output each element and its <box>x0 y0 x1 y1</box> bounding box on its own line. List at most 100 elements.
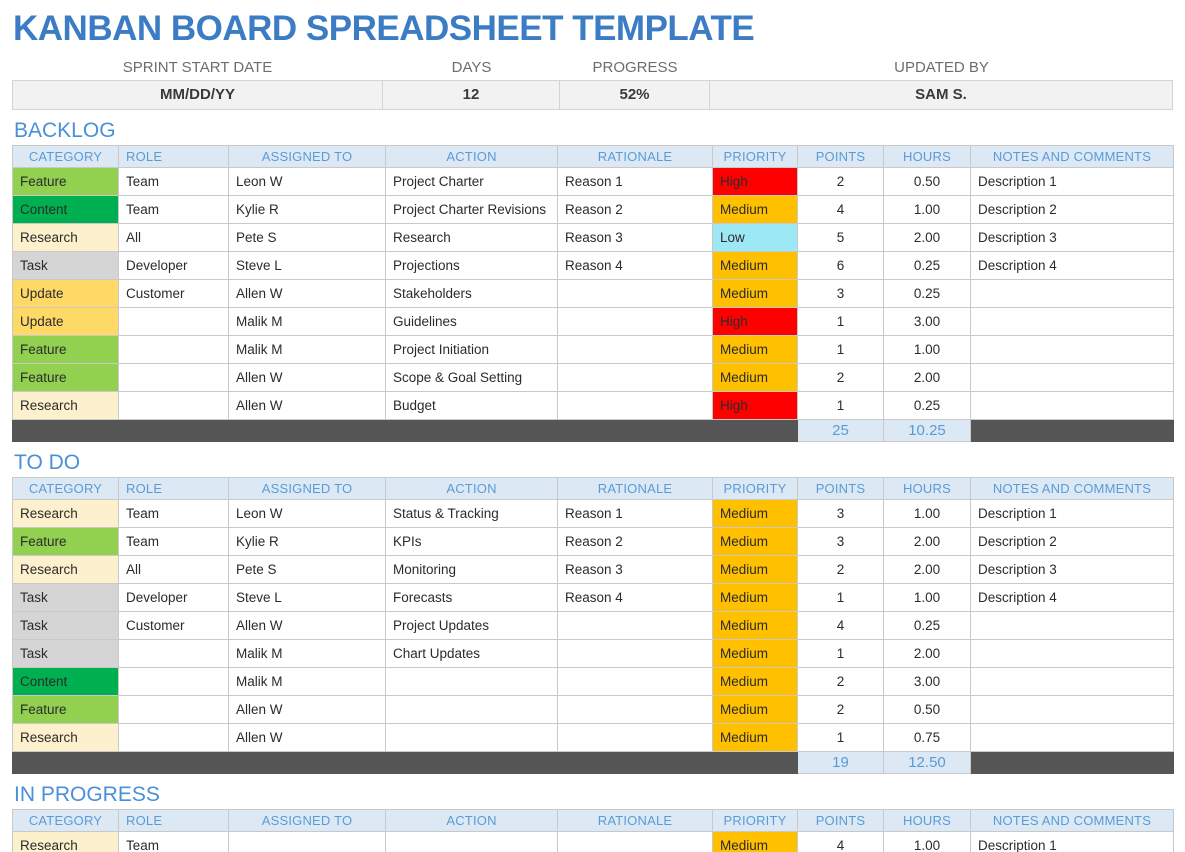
cell-role[interactable]: All <box>118 223 229 253</box>
table-row[interactable]: Feature Team Kylie R KPIs Reason 2 Medium 3 2.0… <box>12 527 1174 557</box>
cell-rationale[interactable]: Reason 4 <box>557 583 713 613</box>
table-row[interactable]: Content Team Kylie R Project Charter Revisi… <box>12 195 1174 225</box>
cell-hours[interactable]: 0.50 <box>883 167 971 197</box>
value-sprint-start-date[interactable]: MM/DD/YY <box>12 80 383 110</box>
cell-category[interactable]: Research <box>12 391 119 421</box>
cell-assigned-to[interactable]: Malik M <box>228 639 386 669</box>
table-row[interactable]: Task Malik M Chart Updates Medium 1 2.00 <box>12 639 1174 669</box>
cell-notes[interactable]: Description 1 <box>970 167 1174 197</box>
cell-category[interactable]: Research <box>12 223 119 253</box>
cell-notes[interactable]: Description 4 <box>970 583 1174 613</box>
cell-hours[interactable]: 2.00 <box>883 555 971 585</box>
cell-notes[interactable] <box>970 363 1174 393</box>
cell-rationale[interactable] <box>557 723 713 753</box>
column-header-priority[interactable]: PRIORITY <box>712 809 798 833</box>
cell-hours[interactable]: 1.00 <box>883 499 971 529</box>
cell-action[interactable]: Research <box>385 223 558 253</box>
column-header-action[interactable]: ACTION <box>385 145 558 169</box>
cell-notes[interactable] <box>970 391 1174 421</box>
column-header-points[interactable]: POINTS <box>797 809 884 833</box>
cell-points[interactable]: 4 <box>797 831 884 852</box>
cell-rationale[interactable]: Reason 4 <box>557 251 713 281</box>
cell-rationale[interactable] <box>557 363 713 393</box>
cell-points[interactable]: 1 <box>797 391 884 421</box>
cell-category[interactable]: Content <box>12 195 119 225</box>
cell-points[interactable]: 1 <box>797 723 884 753</box>
cell-hours[interactable]: 1.00 <box>883 195 971 225</box>
column-header-priority[interactable]: PRIORITY <box>712 145 798 169</box>
cell-rationale[interactable] <box>557 639 713 669</box>
column-header-role[interactable]: ROLE <box>118 477 229 501</box>
column-header-role[interactable]: ROLE <box>118 145 229 169</box>
column-header-category[interactable]: CATEGORY <box>12 145 119 169</box>
cell-priority[interactable]: Medium <box>712 499 798 529</box>
cell-hours[interactable]: 0.75 <box>883 723 971 753</box>
cell-role[interactable] <box>118 335 229 365</box>
cell-notes[interactable] <box>970 667 1174 697</box>
cell-assigned-to[interactable]: Leon W <box>228 499 386 529</box>
table-row[interactable]: Update Malik M Guidelines High 1 3.00 <box>12 307 1174 337</box>
column-header-action[interactable]: ACTION <box>385 477 558 501</box>
cell-action[interactable]: Forecasts <box>385 583 558 613</box>
cell-action[interactable]: Chart Updates <box>385 639 558 669</box>
column-header-rationale[interactable]: RATIONALE <box>557 477 713 501</box>
table-row[interactable]: Task Developer Steve L Projections Reason 4M… <box>12 251 1174 281</box>
table-row[interactable]: Task Developer Steve L Forecasts Reason 4 Med… <box>12 583 1174 613</box>
table-row[interactable]: Feature Team Leon W Project Charter Reason 1… <box>12 167 1174 197</box>
table-row[interactable]: Task Customer Allen W Project Updates Medium… <box>12 611 1174 641</box>
cell-role[interactable]: All <box>118 555 229 585</box>
column-header-hours[interactable]: HOURS <box>883 809 971 833</box>
table-row[interactable]: Update Customer Allen W Stakeholders Medium 3… <box>12 279 1174 309</box>
cell-notes[interactable]: Description 2 <box>970 195 1174 225</box>
cell-hours[interactable]: 3.00 <box>883 307 971 337</box>
cell-assigned-to[interactable]: Steve L <box>228 583 386 613</box>
cell-assigned-to[interactable]: Allen W <box>228 391 386 421</box>
cell-rationale[interactable]: Reason 1 <box>557 167 713 197</box>
cell-rationale[interactable]: Reason 2 <box>557 195 713 225</box>
cell-points[interactable]: 5 <box>797 223 884 253</box>
cell-action[interactable] <box>385 695 558 725</box>
cell-hours[interactable]: 2.00 <box>883 639 971 669</box>
column-header-assigned-to[interactable]: ASSIGNED TO <box>228 477 386 501</box>
cell-points[interactable]: 4 <box>797 611 884 641</box>
column-header-rationale[interactable]: RATIONALE <box>557 145 713 169</box>
cell-action[interactable]: Scope & Goal Setting <box>385 363 558 393</box>
cell-assigned-to[interactable]: Steve L <box>228 251 386 281</box>
cell-role[interactable]: Customer <box>118 279 229 309</box>
cell-action[interactable]: KPIs <box>385 527 558 557</box>
table-row[interactable]: Research All Pete S Monitoring Reason 3 Mediu… <box>12 555 1174 585</box>
cell-assigned-to[interactable]: Allen W <box>228 695 386 725</box>
cell-category[interactable]: Research <box>12 723 119 753</box>
cell-role[interactable]: Team <box>118 167 229 197</box>
table-row[interactable]: Research All Pete S Research Reason 3 Low 5 2.0… <box>12 223 1174 253</box>
cell-points[interactable]: 2 <box>797 695 884 725</box>
cell-points[interactable]: 3 <box>797 279 884 309</box>
cell-role[interactable]: Team <box>118 831 229 852</box>
table-row[interactable]: Feature Allen W Medium 2 0.50 <box>12 695 1174 725</box>
cell-priority[interactable]: Medium <box>712 335 798 365</box>
cell-role[interactable] <box>118 307 229 337</box>
cell-assigned-to[interactable]: Malik M <box>228 335 386 365</box>
cell-category[interactable]: Task <box>12 251 119 281</box>
cell-priority[interactable]: High <box>712 391 798 421</box>
cell-action[interactable] <box>385 667 558 697</box>
cell-role[interactable]: Team <box>118 195 229 225</box>
value-progress[interactable]: 52% <box>560 80 710 110</box>
cell-role[interactable] <box>118 695 229 725</box>
cell-points[interactable]: 3 <box>797 499 884 529</box>
column-header-hours[interactable]: HOURS <box>883 477 971 501</box>
cell-points[interactable]: 1 <box>797 583 884 613</box>
column-header-points[interactable]: POINTS <box>797 477 884 501</box>
cell-action[interactable]: Monitoring <box>385 555 558 585</box>
cell-assigned-to[interactable]: Allen W <box>228 363 386 393</box>
cell-rationale[interactable]: Reason 2 <box>557 527 713 557</box>
cell-category[interactable]: Feature <box>12 527 119 557</box>
cell-category[interactable]: Feature <box>12 695 119 725</box>
cell-points[interactable]: 3 <box>797 527 884 557</box>
cell-rationale[interactable]: Reason 3 <box>557 555 713 585</box>
cell-points[interactable]: 2 <box>797 555 884 585</box>
cell-priority[interactable]: Medium <box>712 723 798 753</box>
cell-points[interactable]: 1 <box>797 307 884 337</box>
cell-assigned-to[interactable] <box>228 831 386 852</box>
cell-role[interactable]: Customer <box>118 611 229 641</box>
